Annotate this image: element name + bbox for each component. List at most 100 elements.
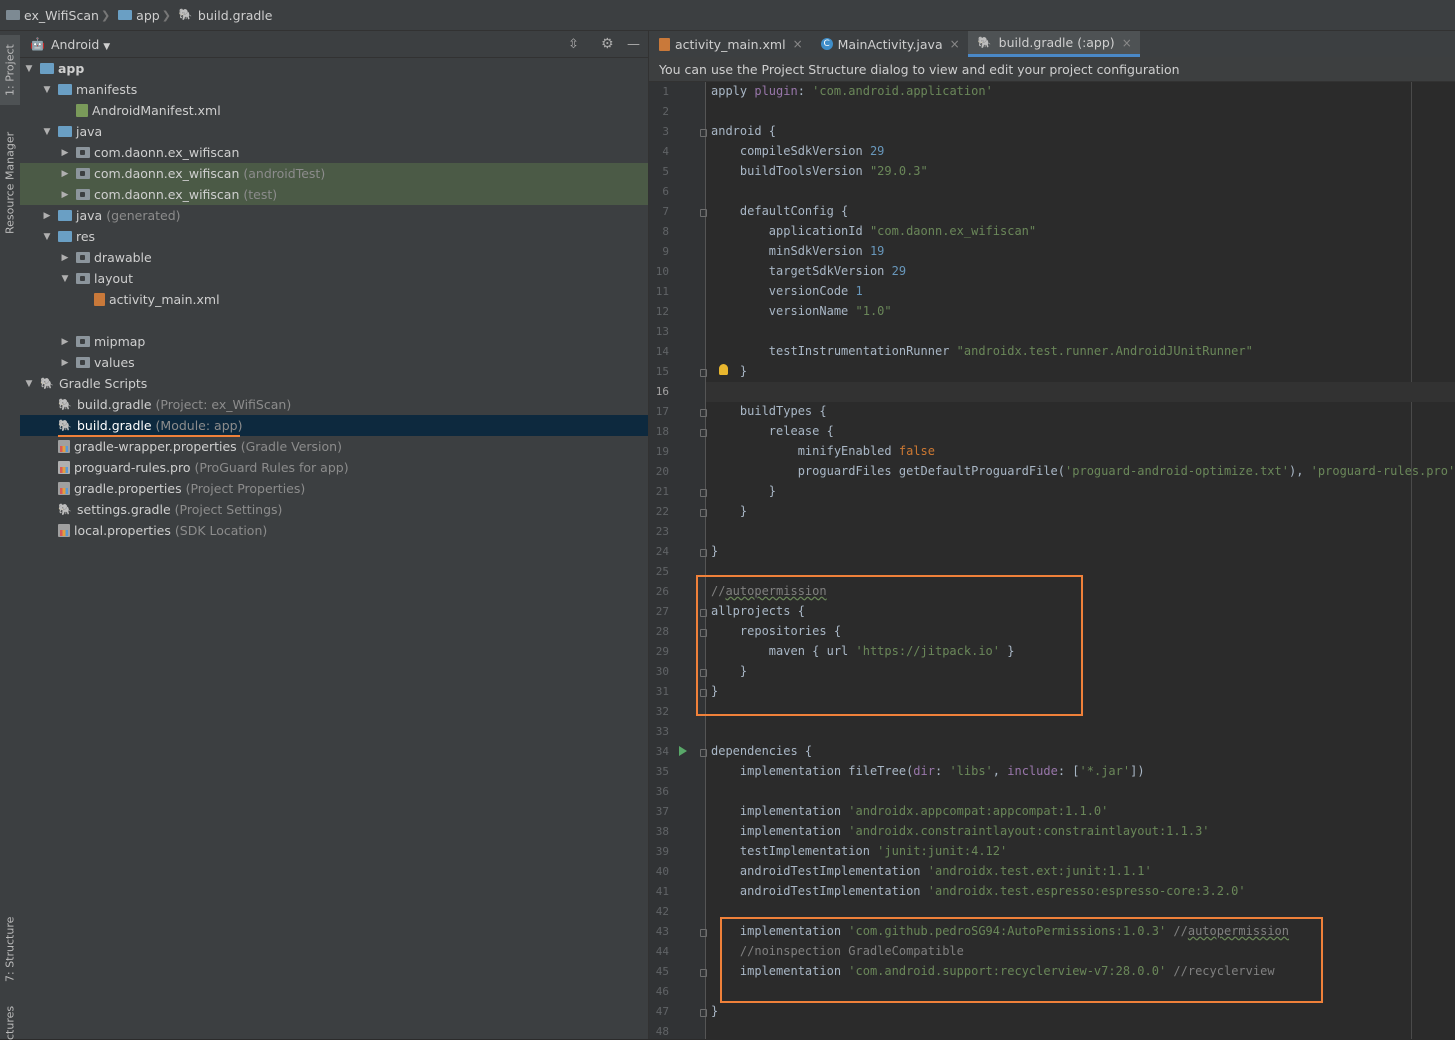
collapse-arrow-icon: ▶ (61, 336, 69, 347)
project-panel-header: 🤖 Android ▼ ⇳ ⚙ — (20, 31, 648, 58)
close-icon[interactable]: × (1122, 36, 1132, 50)
manifest-file-icon (76, 104, 88, 117)
tree-item-settings-gradle[interactable]: 🐘 settings.gradle (Project Settings) (20, 499, 670, 520)
folder-icon (58, 126, 72, 137)
line-number: 38 (655, 825, 669, 838)
fold-marker-icon[interactable] (700, 129, 707, 137)
line-number: 6 (662, 185, 669, 198)
fold-marker-icon[interactable] (700, 369, 707, 377)
generated-folder-icon (58, 210, 72, 221)
tab-activity-main-xml[interactable]: activity_main.xml × (649, 31, 811, 57)
resource-manager-tool-tab[interactable]: Resource Manager (0, 123, 20, 243)
tree-item-package-main[interactable]: ▶ com.daonn.ex_wifiscan (20, 142, 688, 163)
fold-marker-icon[interactable] (700, 489, 707, 497)
line-number: 35 (655, 765, 669, 778)
folder-icon (76, 252, 90, 263)
close-icon[interactable]: × (950, 37, 960, 51)
tree-item-app[interactable]: ▼ app (20, 58, 652, 79)
line-number: 31 (655, 685, 669, 698)
tree-item-build-gradle-module[interactable]: 🐘 build.gradle (Module: app) (20, 415, 670, 436)
tree-item-android-manifest[interactable]: AndroidManifest.xml (20, 100, 688, 121)
annotation-box-allprojects (696, 575, 1083, 716)
captures-tool-tab[interactable]: ctures (0, 1005, 20, 1039)
properties-file-icon (58, 482, 70, 495)
line-number: 3 (662, 125, 669, 138)
tree-item-java[interactable]: ▼ java (20, 121, 670, 142)
line-number: 19 (655, 445, 669, 458)
tree-item-activity-main-xml[interactable]: activity_main.xml (20, 289, 706, 310)
close-icon[interactable]: × (793, 37, 803, 51)
breadcrumb-module[interactable]: app ❯ (118, 8, 175, 23)
line-number: 48 (655, 1025, 669, 1038)
tree-item-build-gradle-project[interactable]: 🐘 build.gradle (Project: ex_WifiScan) (20, 394, 670, 415)
annotation-box-dependencies (720, 917, 1323, 1003)
project-folder-icon (6, 10, 20, 20)
line-number: 41 (655, 885, 669, 898)
chevron-down-icon: ▼ (103, 41, 111, 52)
line-number: 24 (655, 545, 669, 558)
tree-item-mipmap[interactable]: ▶ mipmap (20, 331, 688, 352)
line-number: 13 (655, 325, 669, 338)
tree-item-layout[interactable]: ▼ layout (20, 268, 688, 289)
code-line: } (711, 544, 719, 558)
line-number: 27 (655, 605, 669, 618)
expand-arrow-icon: ▼ (43, 84, 51, 95)
fold-marker-icon[interactable] (700, 929, 707, 937)
fold-marker-icon[interactable] (700, 749, 707, 757)
collapse-arrow-icon: ▶ (61, 168, 69, 179)
properties-file-icon (58, 524, 70, 537)
line-number: 23 (655, 525, 669, 538)
folder-icon (76, 336, 90, 347)
line-number: 11 (655, 285, 669, 298)
tab-main-activity-java[interactable]: C MainActivity.java × (811, 31, 968, 57)
breadcrumb-file[interactable]: 🐘 build.gradle (179, 8, 273, 23)
line-number: 14 (655, 345, 669, 358)
breadcrumb-project[interactable]: ex_WifiScan ❯ (6, 8, 114, 23)
project-tool-tab[interactable]: 1: Project (0, 35, 20, 105)
editor-tab-bar: activity_main.xml × C MainActivity.java × 🐘… (649, 31, 1455, 58)
tree-item-java-generated[interactable]: ▶ java (generated) (20, 205, 670, 226)
expand-arrow-icon: ▼ (61, 273, 69, 284)
code-line: android { (711, 124, 777, 138)
tree-item-package-test[interactable]: ▶ com.daonn.ex_wifiscan (test) (20, 184, 688, 205)
tree-item-drawable[interactable]: ▶ drawable (20, 247, 688, 268)
intention-bulb-icon[interactable] (719, 364, 728, 375)
tree-item-local-properties[interactable]: local.properties (SDK Location) (20, 520, 670, 541)
fold-marker-icon[interactable] (700, 209, 707, 217)
fold-marker-icon[interactable] (700, 1009, 707, 1017)
code-line: apply plugin: 'com.android.application' (711, 84, 993, 98)
tree-item-gradle-properties[interactable]: gradle.properties (Project Properties) (20, 478, 670, 499)
gradle-icon: 🐘 (58, 419, 72, 432)
line-number: 29 (655, 645, 669, 658)
project-panel: 🤖 Android ▼ ⇳ ⚙ — ▼ app ▼ manifests Androi… (20, 31, 688, 1039)
tree-item-values[interactable]: ▶ values (20, 352, 688, 373)
line-number: 5 (662, 165, 669, 178)
tree-item-proguard-rules[interactable]: proguard-rules.pro (ProGuard Rules for ap… (20, 457, 670, 478)
line-number: 36 (655, 785, 669, 798)
code-line: testImplementation 'junit:junit:4.12' (711, 844, 1008, 858)
collapse-all-icon[interactable]: ⇳ (568, 37, 579, 52)
tree-item-res[interactable]: ▼ res (20, 226, 670, 247)
tree-item-manifests[interactable]: ▼ manifests (20, 79, 670, 100)
view-selector[interactable]: Android ▼ (51, 37, 110, 52)
right-margin-guide (1411, 82, 1412, 1039)
fold-marker-icon[interactable] (700, 509, 707, 517)
tree-item-gradle-scripts[interactable]: ▼ 🐘 Gradle Scripts (20, 373, 652, 394)
fold-marker-icon[interactable] (700, 409, 707, 417)
fold-marker-icon[interactable] (700, 549, 707, 557)
gear-icon[interactable]: ⚙ (601, 36, 614, 52)
tab-build-gradle-app[interactable]: 🐘 build.gradle (:app) × (967, 31, 1140, 57)
hide-icon[interactable]: — (627, 37, 640, 52)
run-arrow-icon[interactable] (679, 746, 687, 756)
module-folder-icon (40, 63, 54, 74)
tree-item-package-androidtest[interactable]: ▶ com.daonn.ex_wifiscan (androidTest) (20, 163, 688, 184)
fold-marker-icon[interactable] (700, 969, 707, 977)
expand-arrow-icon: ▼ (25, 63, 33, 74)
line-number: 37 (655, 805, 669, 818)
tree-item-gradle-wrapper[interactable]: gradle-wrapper.properties (Gradle Version… (20, 436, 670, 457)
structure-tool-tab[interactable]: 7: Structure (0, 909, 20, 989)
folder-icon (76, 357, 90, 368)
gradle-icon: 🐘 (58, 503, 72, 516)
fold-marker-icon[interactable] (700, 429, 707, 437)
code-line: proguardFiles getDefaultProguardFile('pr… (711, 464, 1455, 478)
